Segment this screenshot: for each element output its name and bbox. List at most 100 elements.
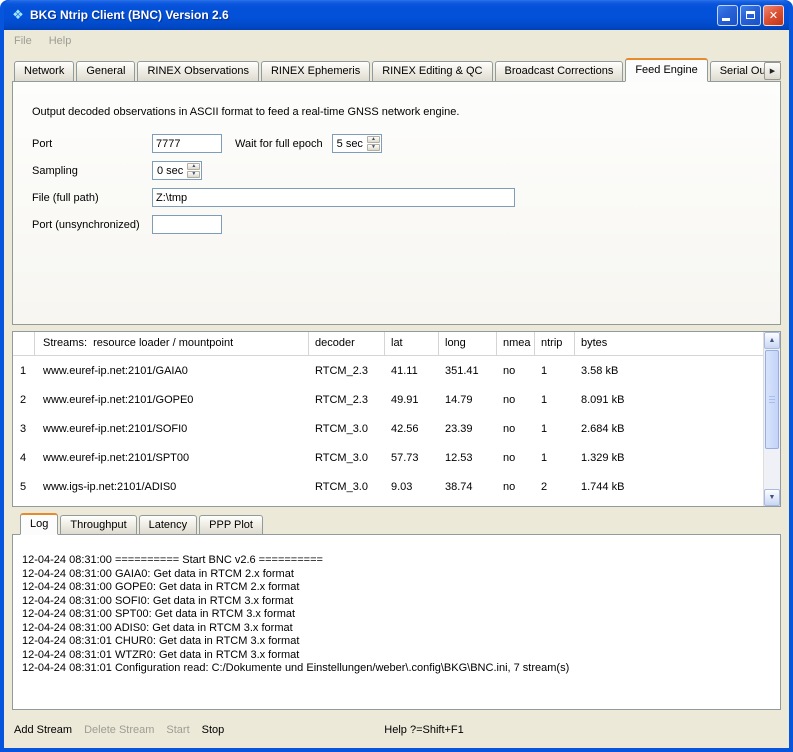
bottom-tab-log[interactable]: Log xyxy=(20,513,58,535)
tab-network[interactable]: Network xyxy=(14,61,74,82)
spin-down-icon[interactable]: ▼ xyxy=(367,144,380,151)
stream-row-number: 1 xyxy=(13,365,35,377)
menu-file[interactable]: File xyxy=(14,35,32,47)
stream-row[interactable]: 5www.igs-ip.net:2101/ADIS0RTCM_3.09.0338… xyxy=(13,472,763,501)
start-button[interactable]: Start xyxy=(166,724,189,736)
window-body: File Help NetworkGeneralRINEX Observatio… xyxy=(4,30,789,748)
stream-row-number: 4 xyxy=(13,452,35,464)
help-shortcut-label: Help ?=Shift+F1 xyxy=(384,724,464,736)
maximize-button[interactable] xyxy=(740,5,761,26)
log-content: 12-04-24 08:31:00 ========== Start BNC v… xyxy=(22,554,772,676)
close-button[interactable]: ✕ xyxy=(763,5,784,26)
port-input[interactable] xyxy=(152,134,222,153)
scrollbar-grip xyxy=(769,396,775,404)
sampling-value: 0 sec xyxy=(153,162,186,179)
stream-cell: RTCM_3.0 xyxy=(309,423,385,435)
stream-cell: 1 xyxy=(535,365,575,377)
stream-cell: 9.03 xyxy=(385,481,439,493)
streams-body: 1www.euref-ip.net:2101/GAIA0RTCM_2.341.1… xyxy=(13,356,763,501)
sampling-label: Sampling xyxy=(32,165,152,177)
log-line: 12-04-24 08:31:00 SPT00: Get data in RTC… xyxy=(22,608,772,622)
stream-row[interactable]: 4www.euref-ip.net:2101/SPT00RTCM_3.057.7… xyxy=(13,443,763,472)
title-bar[interactable]: ❖ BKG Ntrip Client (BNC) Version 2.6 ✕ xyxy=(4,0,789,30)
app-window: ❖ BKG Ntrip Client (BNC) Version 2.6 ✕ F… xyxy=(0,0,793,752)
sampling-spin-buttons: ▲ ▼ xyxy=(186,162,201,179)
bottom-tab-ppp-plot[interactable]: PPP Plot xyxy=(199,515,263,535)
add-stream-button[interactable]: Add Stream xyxy=(14,724,72,736)
delete-stream-button[interactable]: Delete Stream xyxy=(84,724,154,736)
stream-cell: 41.11 xyxy=(385,365,439,377)
minimize-button[interactable] xyxy=(717,5,738,26)
stream-cell: no xyxy=(497,481,535,493)
streams-header-cell: bytes xyxy=(575,332,763,355)
tab-rinex-ephemeris[interactable]: RINEX Ephemeris xyxy=(261,61,370,82)
stream-cell: 12.53 xyxy=(439,452,497,464)
tab-rinex-editing-qc[interactable]: RINEX Editing & QC xyxy=(372,61,492,82)
stream-cell: www.euref-ip.net:2101/SPT00 xyxy=(35,452,309,464)
streams-header-cell: Streams: resource loader / mountpoint xyxy=(35,332,309,355)
menu-bar: File Help xyxy=(4,30,789,52)
arrow-down-icon: ▼ xyxy=(769,494,776,501)
log-panel[interactable]: 12-04-24 08:31:00 ========== Start BNC v… xyxy=(12,534,781,710)
port-unsynchronized-input[interactable] xyxy=(152,215,222,234)
port-unsynchronized-label: Port (unsynchronized) xyxy=(32,219,152,231)
stream-cell: 14.79 xyxy=(439,394,497,406)
tab-rinex-observations[interactable]: RINEX Observations xyxy=(137,61,258,82)
tab-scroll-right-button[interactable]: ▶ xyxy=(764,62,781,80)
stream-cell: 1 xyxy=(535,423,575,435)
port-label: Port xyxy=(32,138,152,150)
stream-cell: www.euref-ip.net:2101/SOFI0 xyxy=(35,423,309,435)
file-row: File (full path) xyxy=(32,188,768,207)
port-unsynchronized-row: Port (unsynchronized) xyxy=(32,215,768,234)
bottom-tab-throughput[interactable]: Throughput xyxy=(60,515,136,535)
stream-cell: 2.684 kB xyxy=(575,423,763,435)
streams-header-cell: decoder xyxy=(309,332,385,355)
stream-cell: 2 xyxy=(535,481,575,493)
tab-feed-engine[interactable]: Feed Engine xyxy=(625,58,707,82)
stream-cell: 351.41 xyxy=(439,365,497,377)
stream-cell: 57.73 xyxy=(385,452,439,464)
wait-epoch-spinner[interactable]: 5 sec ▲ ▼ xyxy=(332,134,382,153)
stream-cell: no xyxy=(497,423,535,435)
stream-row[interactable]: 1www.euref-ip.net:2101/GAIA0RTCM_2.341.1… xyxy=(13,356,763,385)
log-line: 12-04-24 08:31:00 GAIA0: Get data in RTC… xyxy=(22,568,772,582)
streams-table: Streams: resource loader / mountpointdec… xyxy=(12,331,781,507)
streams-scrollbar[interactable]: ▲ ▼ xyxy=(763,332,780,506)
log-line: 12-04-24 08:31:01 Configuration read: C:… xyxy=(22,662,772,676)
menu-help[interactable]: Help xyxy=(49,35,72,47)
log-line: 12-04-24 08:31:01 CHUR0: Get data in RTC… xyxy=(22,635,772,649)
tab-general[interactable]: General xyxy=(76,61,135,82)
stream-row-number: 3 xyxy=(13,423,35,435)
file-full-path-input[interactable] xyxy=(152,188,515,207)
stream-row[interactable]: 3www.euref-ip.net:2101/SOFI0RTCM_3.042.5… xyxy=(13,414,763,443)
stream-row[interactable]: 2www.euref-ip.net:2101/GOPE0RTCM_2.349.9… xyxy=(13,385,763,414)
scroll-up-button[interactable]: ▲ xyxy=(764,332,780,349)
maximize-icon xyxy=(746,11,755,19)
stream-cell: no xyxy=(497,394,535,406)
sampling-row: Sampling 0 sec ▲ ▼ xyxy=(32,161,768,180)
spin-down-icon[interactable]: ▼ xyxy=(187,171,200,178)
spin-up-icon[interactable]: ▲ xyxy=(187,163,200,170)
log-line: 12-04-24 08:31:00 GOPE0: Get data in RTC… xyxy=(22,581,772,595)
spin-up-icon[interactable]: ▲ xyxy=(367,136,380,143)
tab-broadcast-corrections[interactable]: Broadcast Corrections xyxy=(495,61,624,82)
stream-cell: no xyxy=(497,452,535,464)
stream-row-number: 5 xyxy=(13,481,35,493)
scroll-down-button[interactable]: ▼ xyxy=(764,489,780,506)
bottom-tab-bar: LogThroughputLatencyPPP Plot xyxy=(12,514,781,535)
sampling-spinner[interactable]: 0 sec ▲ ▼ xyxy=(152,161,202,180)
stream-cell: 1.329 kB xyxy=(575,452,763,464)
arrow-up-icon: ▲ xyxy=(769,337,776,344)
bottom-tab-latency[interactable]: Latency xyxy=(139,515,198,535)
stop-button[interactable]: Stop xyxy=(202,724,225,736)
scrollbar-thumb[interactable] xyxy=(765,350,779,449)
tab-bar: NetworkGeneralRINEX ObservationsRINEX Ep… xyxy=(12,58,781,82)
stream-cell: 1 xyxy=(535,452,575,464)
file-full-path-label: File (full path) xyxy=(32,192,152,204)
stream-cell: RTCM_3.0 xyxy=(309,452,385,464)
bottom-tab-bar-wrap: LogThroughputLatencyPPP Plot xyxy=(12,514,781,535)
stream-cell: 1 xyxy=(535,394,575,406)
window-controls: ✕ xyxy=(717,5,784,26)
log-line: 12-04-24 08:31:00 SOFI0: Get data in RTC… xyxy=(22,595,772,609)
stream-cell: www.euref-ip.net:2101/GOPE0 xyxy=(35,394,309,406)
